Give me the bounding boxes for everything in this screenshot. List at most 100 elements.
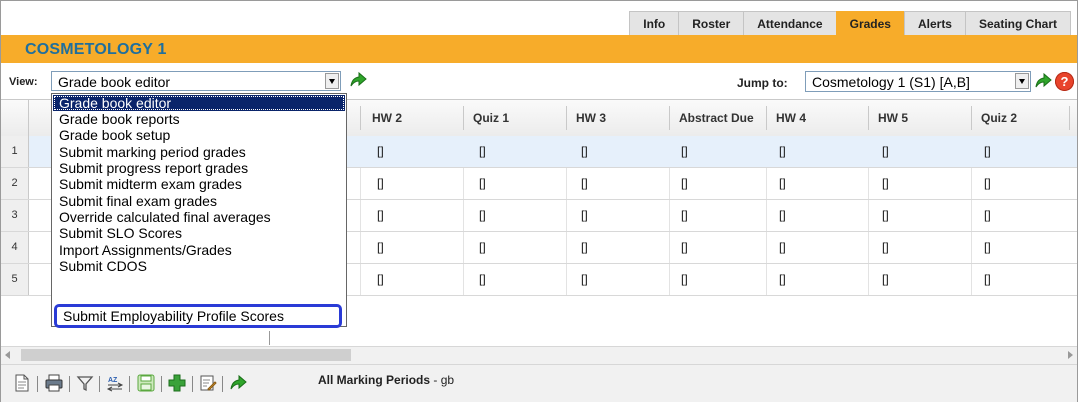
dropdown-option[interactable]: Submit CDOS xyxy=(53,258,345,274)
grade-cell[interactable]: [] xyxy=(882,240,889,254)
grade-cell[interactable]: [] xyxy=(681,208,688,222)
toolbar-separator xyxy=(99,376,100,392)
edit-icon[interactable] xyxy=(199,374,217,392)
bottom-toolbar: AZ All Marking Periods - gb xyxy=(1,364,1077,402)
filter-icon[interactable] xyxy=(76,374,94,392)
column-header[interactable]: HW 4 xyxy=(776,111,806,125)
grade-cell[interactable]: [] xyxy=(479,208,486,222)
save-icon[interactable] xyxy=(137,374,155,392)
grade-cell[interactable]: [] xyxy=(882,144,889,158)
column-header[interactable]: Abstract Due xyxy=(679,111,754,125)
dropdown-option[interactable]: Import Assignments/Grades xyxy=(53,242,345,258)
jump-to-label: Jump to: xyxy=(737,76,788,90)
scroll-left-icon[interactable] xyxy=(5,351,10,359)
tab-alerts[interactable]: Alerts xyxy=(903,11,966,36)
grade-cell[interactable]: [] xyxy=(377,208,384,222)
column-header[interactable]: Quiz 2 xyxy=(981,111,1017,125)
svg-text:AZ: AZ xyxy=(108,377,118,384)
marking-period-suffix: - gb xyxy=(430,373,455,387)
chevron-down-icon[interactable] xyxy=(325,73,339,89)
grade-cell[interactable]: [] xyxy=(779,144,786,158)
column-header[interactable]: Quiz 1 xyxy=(473,111,509,125)
tab-attendance[interactable]: Attendance xyxy=(743,11,837,36)
column-separator xyxy=(463,106,464,130)
new-page-icon[interactable] xyxy=(13,374,31,392)
grade-cell[interactable]: [] xyxy=(681,176,688,190)
column-separator xyxy=(566,106,567,130)
grade-cell[interactable]: [] xyxy=(479,272,486,286)
grade-cell[interactable]: [] xyxy=(479,240,486,254)
grade-cell[interactable]: [] xyxy=(581,176,588,190)
dropdown-option-employability[interactable]: Submit Employability Profile Scores xyxy=(54,304,342,328)
dropdown-option[interactable]: Submit SLO Scores xyxy=(53,225,345,241)
grade-cell[interactable]: [] xyxy=(681,272,688,286)
chevron-down-icon[interactable] xyxy=(1015,73,1029,89)
grade-cell[interactable]: [] xyxy=(681,240,688,254)
grade-cell[interactable]: [] xyxy=(779,240,786,254)
dropdown-option[interactable]: Submit final exam grades xyxy=(53,193,345,209)
print-icon[interactable] xyxy=(45,374,63,392)
scroll-right-icon[interactable] xyxy=(1068,351,1073,359)
grade-cell[interactable]: [] xyxy=(984,176,991,190)
grade-cell[interactable]: [] xyxy=(882,176,889,190)
horizontal-scrollbar[interactable] xyxy=(1,346,1077,364)
toolbar-separator xyxy=(129,376,130,392)
grade-cell[interactable]: [] xyxy=(581,144,588,158)
grade-cell[interactable]: [] xyxy=(581,208,588,222)
scroll-thumb[interactable] xyxy=(21,349,351,361)
go-arrow-icon[interactable] xyxy=(229,374,247,392)
grade-cell[interactable]: [] xyxy=(681,144,688,158)
gradebook-window: Info Roster Attendance Grades Alerts Sea… xyxy=(0,0,1078,402)
row-number: 2 xyxy=(1,168,29,199)
column-separator xyxy=(360,106,361,130)
dropdown-option[interactable]: Submit progress report grades xyxy=(53,160,345,176)
dropdown-option[interactable]: Grade book reports xyxy=(53,111,345,127)
dropdown-option[interactable]: Submit midterm exam grades xyxy=(53,176,345,192)
view-dropdown-list: Grade book editor Grade book reports Gra… xyxy=(51,93,347,328)
column-header[interactable]: HW 2 xyxy=(372,111,402,125)
grade-cell[interactable]: [] xyxy=(984,208,991,222)
help-icon[interactable]: ? xyxy=(1055,72,1074,91)
column-header[interactable]: HW 5 xyxy=(878,111,908,125)
go-arrow-icon[interactable] xyxy=(1034,72,1052,90)
grade-cell[interactable]: [] xyxy=(377,272,384,286)
grade-cell[interactable]: [] xyxy=(984,240,991,254)
tab-grades[interactable]: Grades xyxy=(835,11,905,36)
sort-icon[interactable]: AZ xyxy=(106,374,124,392)
grade-cell[interactable]: [] xyxy=(581,272,588,286)
grade-cell[interactable]: [] xyxy=(779,176,786,190)
dropdown-option[interactable]: Grade book editor xyxy=(53,95,345,111)
go-arrow-icon[interactable] xyxy=(349,71,367,89)
course-title: COSMETOLOGY 1 xyxy=(25,41,167,58)
tab-bar: Info Roster Attendance Grades Alerts Sea… xyxy=(629,11,1071,36)
add-icon[interactable] xyxy=(168,374,186,392)
view-select[interactable]: Grade book editor xyxy=(51,71,341,91)
column-separator xyxy=(1069,106,1070,130)
grade-cell[interactable]: [] xyxy=(377,240,384,254)
dropdown-option[interactable]: Grade book setup xyxy=(53,127,345,143)
view-label: View: xyxy=(9,76,38,88)
dropdown-option[interactable]: Override calculated final averages xyxy=(53,209,345,225)
grade-cell[interactable]: [] xyxy=(377,144,384,158)
tab-info[interactable]: Info xyxy=(629,11,680,36)
grade-cell[interactable]: [] xyxy=(779,272,786,286)
jump-to-select[interactable]: Cosmetology 1 (S1) [A,B] xyxy=(805,71,1031,92)
grade-cell[interactable]: [] xyxy=(581,240,588,254)
grade-cell[interactable]: [] xyxy=(882,208,889,222)
row-number: 4 xyxy=(1,232,29,263)
grade-cell[interactable]: [] xyxy=(779,208,786,222)
dropdown-option[interactable]: Submit marking period grades xyxy=(53,144,345,160)
grade-cell[interactable]: [] xyxy=(984,144,991,158)
grade-cell[interactable]: [] xyxy=(479,176,486,190)
grade-cell[interactable]: [] xyxy=(882,272,889,286)
row-number: 3 xyxy=(1,200,29,231)
toolbar-separator xyxy=(161,376,162,392)
grade-cell[interactable]: [] xyxy=(377,176,384,190)
marking-period-status: All Marking Periods - gb xyxy=(318,373,454,387)
grade-cell[interactable]: [] xyxy=(984,272,991,286)
tab-roster[interactable]: Roster xyxy=(678,11,745,36)
grade-cell[interactable]: [] xyxy=(479,144,486,158)
tab-seating-chart[interactable]: Seating Chart xyxy=(964,11,1071,36)
column-header[interactable]: HW 3 xyxy=(576,111,606,125)
marking-period-label: All Marking Periods xyxy=(318,373,431,387)
